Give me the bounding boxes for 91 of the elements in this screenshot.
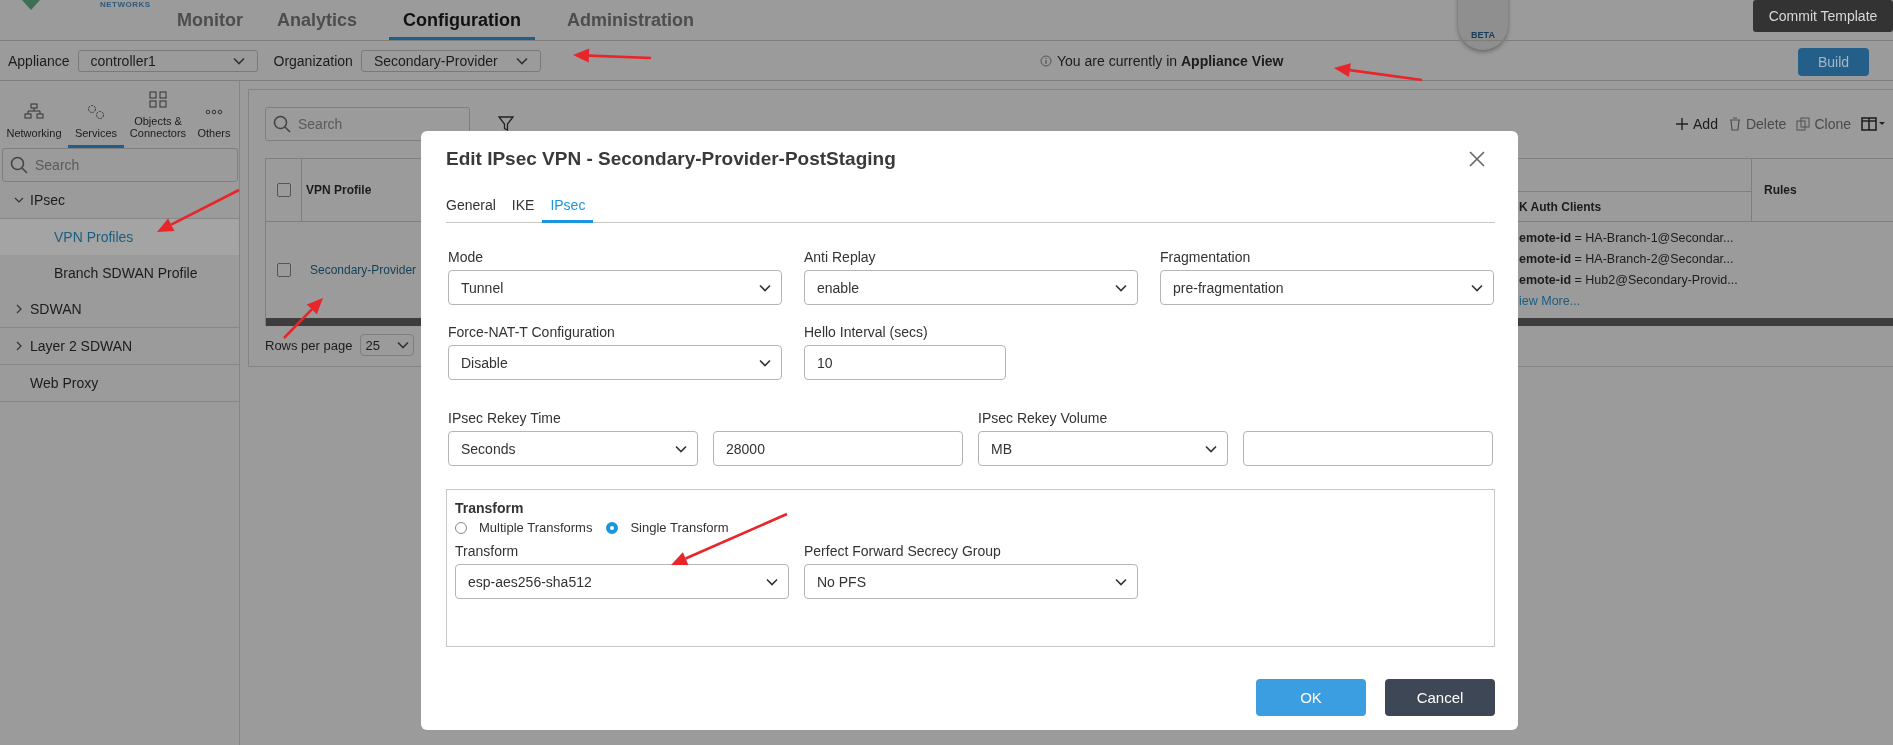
chevron-down-icon xyxy=(675,444,687,453)
dropdown[interactable]: Disable xyxy=(448,345,782,380)
field-label: Anti Replay xyxy=(804,249,877,265)
dropdown[interactable]: pre-fragmentation xyxy=(1160,270,1494,305)
trash-icon xyxy=(1727,117,1742,131)
chevron-down-icon xyxy=(766,577,778,586)
cancel-button[interactable]: Cancel xyxy=(1385,679,1495,716)
columns-button[interactable] xyxy=(1861,117,1885,131)
close-button[interactable] xyxy=(1467,149,1487,169)
nav-tab[interactable]: Configuration xyxy=(389,10,535,40)
field-label: Mode xyxy=(448,249,485,265)
field-label: Organization xyxy=(273,52,353,69)
field-label: Transform xyxy=(455,543,520,559)
dropdown[interactable]: esp-aes256-sha512 xyxy=(455,564,789,599)
input-field[interactable]: 10 xyxy=(804,345,1006,380)
gears-icon xyxy=(86,103,106,121)
copy-icon xyxy=(1796,117,1811,131)
grid-icon xyxy=(148,91,168,109)
field-label: Appliance xyxy=(8,52,70,69)
column-header: VPN Profile xyxy=(306,183,372,197)
radio-option[interactable]: Multiple Transforms xyxy=(455,520,593,535)
chevron-down-icon xyxy=(1471,283,1483,292)
search-icon xyxy=(273,115,291,133)
close-icon xyxy=(1469,151,1485,167)
commit-template-button[interactable]: Commit Template xyxy=(1753,0,1893,32)
network-icon xyxy=(24,103,44,121)
dropdown[interactable]: MB xyxy=(978,431,1228,466)
chevron-down-icon xyxy=(1115,283,1127,292)
dialog-title: Edit IPsec VPN - Secondary-Provider-PostStaging xyxy=(446,148,896,170)
columns-icon xyxy=(1861,117,1885,131)
chevron-down-icon xyxy=(759,283,771,292)
info-icon xyxy=(1040,55,1052,67)
chevron-down-icon xyxy=(759,358,771,367)
chevron-down-icon xyxy=(232,56,245,65)
field-label: Force-NAT-T Configuration xyxy=(448,324,616,340)
sidebar-tab[interactable]: Services xyxy=(68,84,124,148)
chevron-down-icon xyxy=(515,56,528,65)
dropdown[interactable]: No PFS xyxy=(804,564,1138,599)
chevron-right-icon xyxy=(14,341,24,351)
dropdown[interactable]: Seconds xyxy=(448,431,698,466)
field-label: IPsec Rekey Time xyxy=(448,410,562,426)
dropdown[interactable]: Tunnel xyxy=(448,270,782,305)
profile-link[interactable]: Secondary-Provider xyxy=(310,263,417,277)
checkbox[interactable] xyxy=(277,263,291,277)
view-notice: You are currently in Appliance View xyxy=(1057,53,1284,69)
chevron-right-icon xyxy=(14,304,24,314)
tab[interactable]: General xyxy=(446,197,504,223)
field-label: Perfect Forward Secrecy Group xyxy=(804,543,1002,559)
section-title: Transform xyxy=(455,500,525,516)
column-header: K Auth Clients xyxy=(1519,199,1602,214)
field-label: Hello Interval (secs) xyxy=(804,324,929,340)
sidebar-tab[interactable]: Others xyxy=(192,84,236,148)
dropdown[interactable]: 25 xyxy=(360,334,415,356)
beta-badge[interactable]: BETA xyxy=(1458,0,1508,50)
dropdown[interactable]: controller1 xyxy=(77,49,258,72)
sidebar-tab[interactable]: Objects & Connectors xyxy=(124,84,192,148)
input-field[interactable]: 28000 xyxy=(713,431,963,466)
toolbar-button[interactable]: Add xyxy=(1675,116,1718,132)
brand-text: NETWORKS xyxy=(100,0,151,10)
auth-client-entry: emote-id = HA-Branch-1@Secondar... xyxy=(1519,230,1735,247)
sidebar-tab[interactable]: Networking xyxy=(0,84,68,148)
tab[interactable]: IKE xyxy=(503,197,543,223)
tree-item[interactable]: Web Proxy xyxy=(0,365,239,402)
dropdown[interactable]: Secondary-Provider xyxy=(360,49,541,72)
field-label: IPsec Rekey Volume xyxy=(978,410,1109,426)
tree-item[interactable]: Layer 2 SDWAN xyxy=(0,328,239,365)
tab[interactable]: IPsec xyxy=(542,197,594,223)
rows-per-page-label: Rows per page xyxy=(265,337,353,353)
auth-client-entry: emote-id = Hub2@Secondary-Provid... xyxy=(1519,272,1739,289)
auth-client-entry: emote-id = HA-Branch-2@Secondar... xyxy=(1519,251,1735,268)
column-header: Rules xyxy=(1764,183,1797,197)
search-icon xyxy=(10,156,28,174)
chevron-down-icon xyxy=(1205,444,1217,453)
annotation-arrow xyxy=(283,298,323,339)
dropdown[interactable]: enable xyxy=(804,270,1138,305)
tree-item[interactable]: Branch SDWAN Profile xyxy=(0,255,239,291)
plus-icon xyxy=(1675,117,1689,131)
input-field[interactable] xyxy=(1243,431,1493,466)
field-label: Fragmentation xyxy=(1160,249,1252,265)
chevron-down-icon xyxy=(14,195,24,205)
search-field[interactable]: Search xyxy=(2,148,238,182)
radio-option[interactable]: Single Transform xyxy=(606,520,729,535)
logo-icon xyxy=(20,0,42,10)
filter-icon xyxy=(498,116,514,132)
build-button[interactable]: Build xyxy=(1798,48,1869,76)
chevron-down-icon xyxy=(397,341,410,349)
tree-item[interactable]: SDWAN xyxy=(0,291,239,328)
chevron-down-icon xyxy=(1115,577,1127,586)
search-field[interactable]: Search xyxy=(265,107,470,141)
radio-button[interactable] xyxy=(606,521,619,534)
checkbox[interactable] xyxy=(276,183,291,197)
